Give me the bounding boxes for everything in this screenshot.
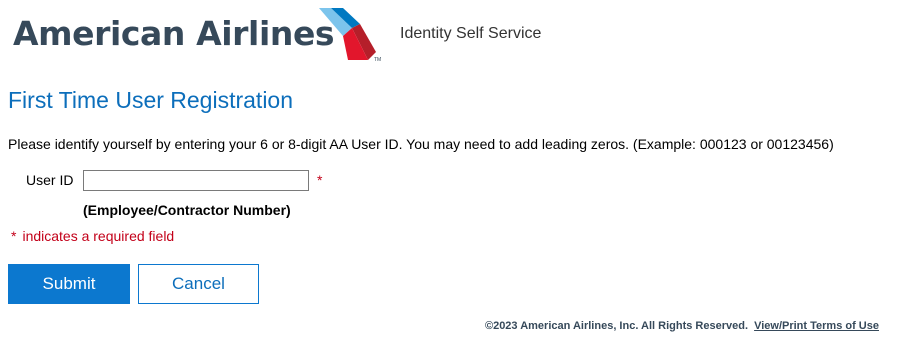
page-title: First Time User Registration bbox=[8, 87, 294, 113]
brand-logo-text: American Airlines bbox=[13, 14, 335, 53]
trademark-mark: TM bbox=[374, 57, 381, 62]
flight-symbol-logo-icon: TM bbox=[319, 8, 381, 62]
user-id-label: User ID bbox=[26, 172, 74, 188]
required-field-note: * indicates a required field bbox=[11, 228, 174, 244]
required-marker: * bbox=[317, 172, 323, 188]
footer: ©2023 American Airlines, Inc. All Rights… bbox=[485, 320, 879, 332]
user-id-input[interactable] bbox=[83, 170, 309, 191]
cancel-button[interactable]: Cancel bbox=[138, 264, 259, 304]
copyright-text: ©2023 American Airlines, Inc. All Rights… bbox=[484, 320, 749, 332]
required-note-marker: * bbox=[11, 228, 17, 244]
submit-button[interactable]: Submit bbox=[8, 264, 130, 304]
terms-of-use-link[interactable]: View/Print Terms of Use bbox=[754, 320, 879, 332]
app-subtitle: Identity Self Service bbox=[400, 25, 542, 42]
user-id-hint: (Employee/Contractor Number) bbox=[83, 202, 291, 218]
header: American Airlines TM Identity Self Servi… bbox=[0, 0, 919, 68]
instructions-text: Please identify yourself by entering you… bbox=[8, 136, 834, 152]
required-note-text: indicates a required field bbox=[22, 228, 175, 244]
